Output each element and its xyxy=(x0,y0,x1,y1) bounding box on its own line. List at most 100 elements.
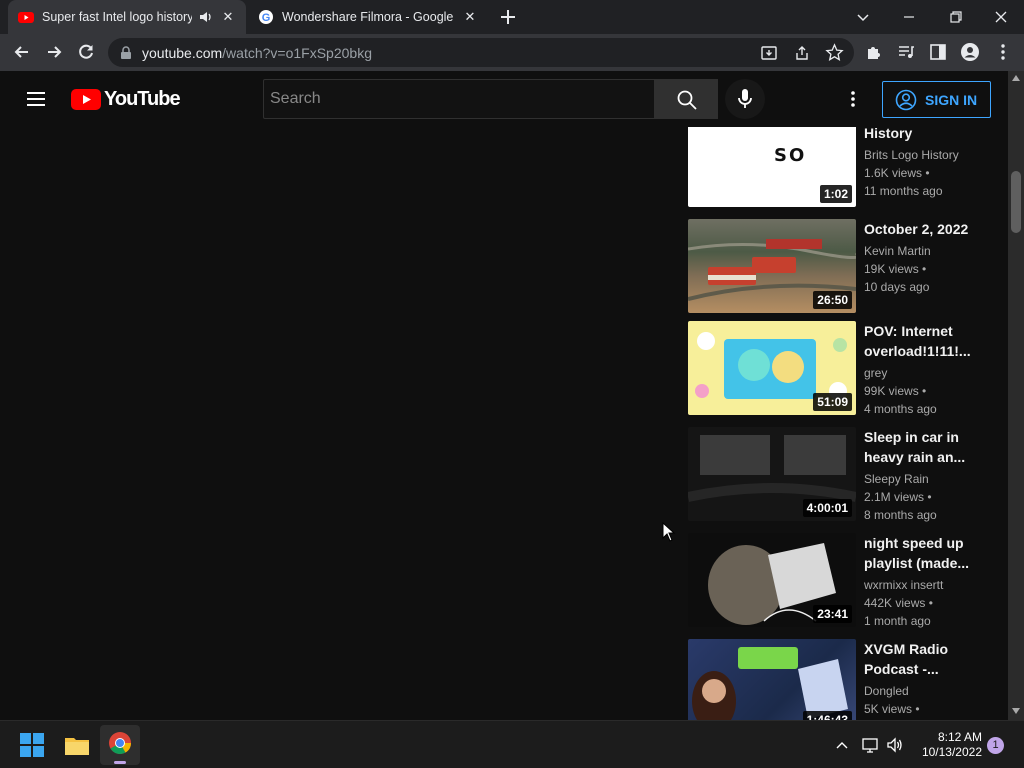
media-controls-icon[interactable] xyxy=(896,42,916,62)
video-thumbnail[interactable]: 26:50 xyxy=(688,219,856,313)
hamburger-menu-icon[interactable] xyxy=(25,88,47,110)
system-clock[interactable]: 8:12 AM 10/13/2022 xyxy=(912,730,982,760)
network-icon[interactable] xyxy=(861,736,879,754)
tab-title: Super fast Intel logo history xyxy=(42,10,192,24)
video-views: 2.1M views • xyxy=(864,490,932,504)
voice-search-button[interactable] xyxy=(725,79,765,119)
video-age: 8 months ago xyxy=(864,508,937,522)
video-channel: Brits Logo History xyxy=(864,148,959,162)
sign-in-button[interactable]: SIGN IN xyxy=(882,81,991,118)
video-title: October 2, 2022 xyxy=(864,221,969,237)
video-title-line: Podcast -... xyxy=(864,661,939,677)
video-duration: 1:46:43 xyxy=(802,711,852,720)
browser-toolbar: youtube.com/watch?v=o1FxSp20bkg xyxy=(0,34,1024,71)
video-channel: grey xyxy=(864,366,888,380)
video-player-area[interactable] xyxy=(0,127,680,720)
video-views: 5K views • xyxy=(864,702,920,716)
extensions-icon[interactable] xyxy=(864,42,884,62)
podcast-thumbnail-art xyxy=(692,647,848,720)
new-tab-icon[interactable] xyxy=(499,8,517,26)
hidden-icons-chevron-icon[interactable] xyxy=(834,737,850,753)
video-title-line: overload!1!11!... xyxy=(864,343,971,359)
close-window-icon[interactable] xyxy=(989,5,1013,29)
video-title-line: night speed up xyxy=(864,535,964,551)
video-meta: Sleep in car in heavy rain an... Sleepy … xyxy=(864,427,999,524)
search-input[interactable] xyxy=(264,80,654,118)
video-views: 99K views • xyxy=(864,384,927,398)
restore-icon[interactable] xyxy=(943,5,967,29)
youtube-logo[interactable]: YouTube xyxy=(71,88,181,110)
search-icon xyxy=(677,90,697,110)
lock-icon[interactable] xyxy=(120,46,132,59)
sign-in-label: SIGN IN xyxy=(925,91,978,108)
chrome-icon xyxy=(109,732,131,754)
install-app-icon[interactable] xyxy=(760,44,778,62)
video-meta: History Brits Logo History 1.6K views • … xyxy=(864,127,999,200)
video-views: 1.6K views • xyxy=(864,166,930,180)
share-icon[interactable] xyxy=(793,44,811,62)
url-path: /watch?v=o1FxSp20bkg xyxy=(222,45,372,61)
video-duration: 4:00:01 xyxy=(802,499,852,517)
search-button[interactable] xyxy=(655,79,718,119)
video-views: 19K views • xyxy=(864,262,927,276)
video-channel: Sleepy Rain xyxy=(864,472,929,486)
scrollbar-thumb[interactable] xyxy=(1011,171,1021,233)
back-arrow-icon[interactable] xyxy=(12,42,32,62)
page-scrollbar[interactable] xyxy=(1008,71,1024,720)
tab-youtube[interactable]: Super fast Intel logo history ✕ xyxy=(8,0,246,34)
forward-arrow-icon[interactable] xyxy=(44,42,64,62)
address-bar[interactable]: youtube.com/watch?v=o1FxSp20bkg xyxy=(108,38,854,67)
video-thumbnail[interactable]: 4:00:01 xyxy=(688,427,856,521)
video-age: 4 months ago xyxy=(864,402,937,416)
settings-more-icon[interactable] xyxy=(843,89,863,109)
windows-start-icon[interactable] xyxy=(16,729,48,761)
close-tab-icon[interactable]: ✕ xyxy=(462,9,478,25)
side-panel-icon[interactable] xyxy=(928,42,948,62)
search-box[interactable] xyxy=(263,79,655,119)
youtube-play-logo-icon xyxy=(71,88,101,110)
chrome-menu-icon[interactable] xyxy=(993,42,1013,62)
tab-search-chevron-icon[interactable] xyxy=(851,5,875,29)
video-age: 10 days ago xyxy=(864,280,930,294)
account-circle-icon xyxy=(895,89,917,110)
video-duration: 51:09 xyxy=(813,393,852,411)
volume-icon[interactable] xyxy=(886,736,904,754)
video-channel: Dongled xyxy=(864,684,909,698)
video-views: 442K views • xyxy=(864,596,933,610)
scroll-up-arrow-icon[interactable] xyxy=(1012,75,1020,81)
reload-icon[interactable] xyxy=(76,42,96,62)
bookmark-star-icon[interactable] xyxy=(825,43,844,62)
minimize-icon[interactable] xyxy=(897,5,921,29)
windows-taskbar: 8:12 AM 10/13/2022 1 xyxy=(0,720,1024,768)
video-title-line: Sleep in car in xyxy=(864,429,959,445)
close-tab-icon[interactable]: ✕ xyxy=(220,9,236,25)
url-host: youtube.com xyxy=(142,45,223,61)
video-thumbnail[interactable]: 1:46:43 xyxy=(688,639,856,720)
browser-tab-strip: Super fast Intel logo history ✕ G Wonder… xyxy=(0,0,1024,34)
speaker-icon[interactable] xyxy=(198,9,214,25)
url-text: youtube.com/watch?v=o1FxSp20bkg xyxy=(142,45,372,61)
video-thumbnail[interactable]: SO 1:02 xyxy=(688,127,856,207)
tab-google[interactable]: G Wondershare Filmora - Google S ✕ xyxy=(248,0,488,34)
mouse-cursor-icon xyxy=(662,522,676,542)
video-channel: wxrmixx insertt xyxy=(864,578,944,592)
video-thumbnail[interactable]: 23:41 xyxy=(688,533,856,627)
video-meta: POV: Internet overload!1!11!... grey 99K… xyxy=(864,321,999,418)
video-thumbnail[interactable]: 51:09 xyxy=(688,321,856,415)
scroll-down-arrow-icon[interactable] xyxy=(1012,708,1020,714)
video-meta: XVGM Radio Podcast -... Dongled 5K views… xyxy=(864,639,999,718)
video-title: History xyxy=(864,127,913,141)
clock-time: 8:12 AM xyxy=(937,730,982,744)
video-age: 1 month ago xyxy=(864,614,931,628)
related-videos-list: SO 1:02 History Brits Logo History 1.6K … xyxy=(688,127,1003,720)
google-favicon-icon: G xyxy=(259,10,273,24)
chrome-taskbar-button[interactable] xyxy=(100,725,140,765)
youtube-favicon-icon xyxy=(18,12,34,23)
profile-avatar-icon[interactable] xyxy=(960,42,980,62)
video-age: 11 months ago xyxy=(864,184,943,198)
video-meta: night speed up playlist (made... wxrmixx… xyxy=(864,533,999,630)
notification-badge[interactable]: 1 xyxy=(987,737,1004,754)
video-title-line: POV: Internet xyxy=(864,323,953,339)
microphone-icon xyxy=(738,89,752,108)
file-explorer-icon[interactable] xyxy=(61,729,93,761)
